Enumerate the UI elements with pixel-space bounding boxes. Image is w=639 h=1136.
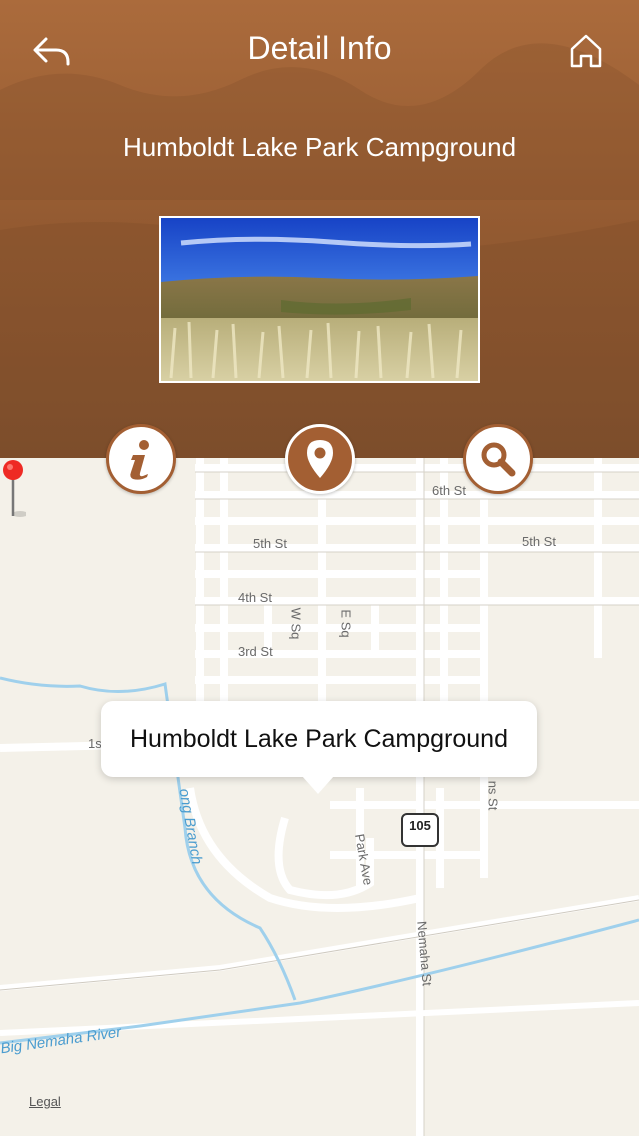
street-label: 5th St: [522, 534, 556, 549]
street-label: E Sq: [338, 609, 354, 638]
map-pin-marker[interactable]: [0, 458, 26, 520]
street-label: W Sq: [288, 607, 304, 640]
home-button[interactable]: [566, 30, 606, 72]
map-view[interactable]: 6th St 5th St 5th St 4th St 3rd St 1s W …: [0, 458, 639, 1136]
info-button[interactable]: [106, 424, 176, 494]
callout-tail: [302, 776, 334, 794]
page-title: Detail Info: [247, 30, 392, 66]
info-icon: [130, 440, 149, 480]
map-button[interactable]: [285, 424, 355, 494]
search-button[interactable]: [463, 424, 533, 494]
street-label: ns St: [485, 780, 501, 811]
map-pin-icon: [307, 440, 333, 478]
search-icon: [481, 442, 516, 477]
route-shield: 105: [401, 813, 439, 847]
street-label: 6th St: [432, 483, 466, 498]
header: Detail Info Humboldt Lake Park Campgroun…: [0, 0, 639, 458]
home-icon: [570, 34, 602, 68]
legal-link[interactable]: Legal: [29, 1094, 61, 1109]
map-callout[interactable]: Humboldt Lake Park Campground: [101, 701, 537, 777]
street-label: 3rd St: [238, 644, 273, 659]
street-label: 4th St: [238, 590, 272, 605]
place-title: Humboldt Lake Park Campground: [122, 132, 517, 162]
street-label: 1s: [88, 736, 102, 751]
place-photo: [159, 216, 480, 383]
street-label: 5th St: [253, 536, 287, 551]
prairie-photo: [161, 218, 478, 381]
